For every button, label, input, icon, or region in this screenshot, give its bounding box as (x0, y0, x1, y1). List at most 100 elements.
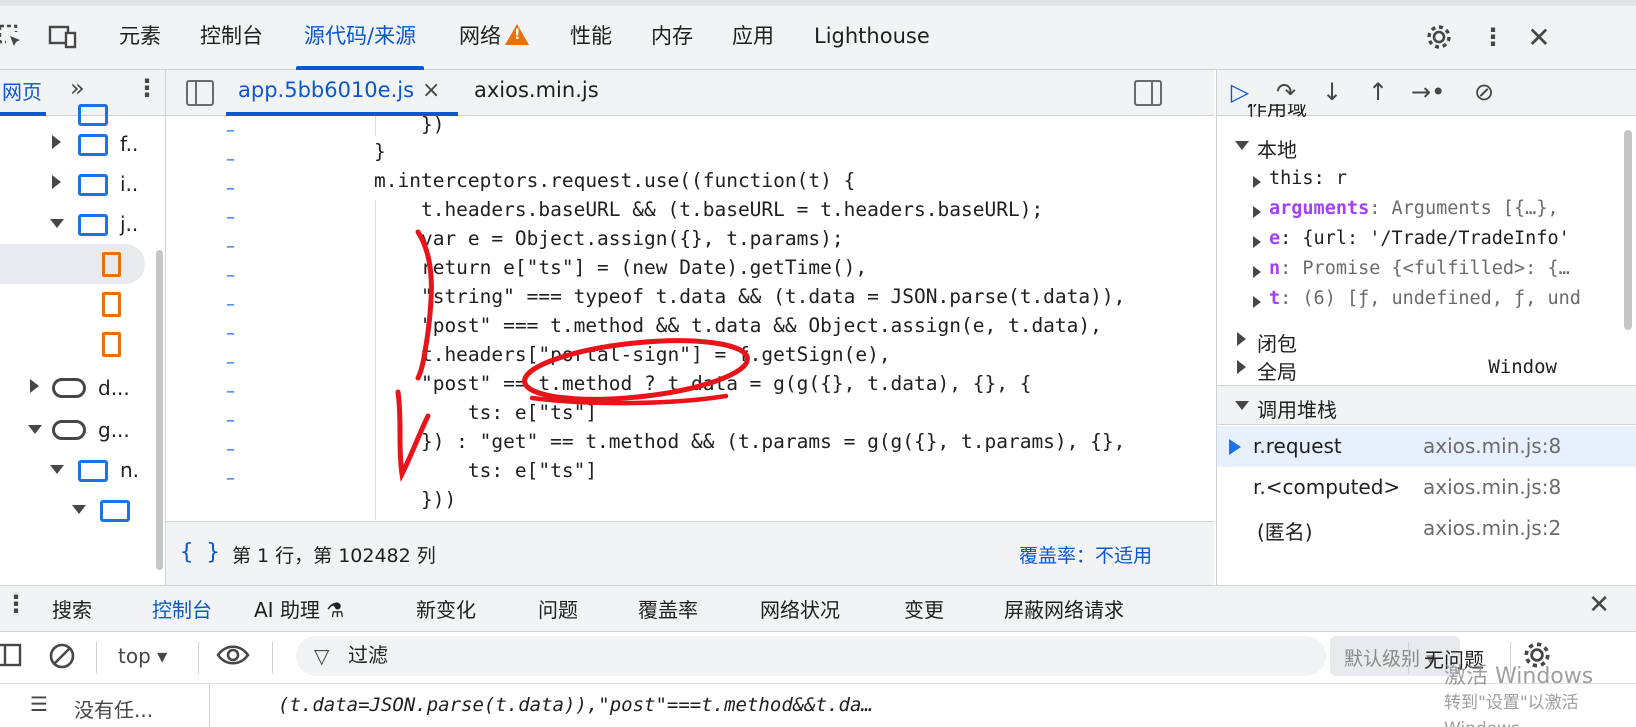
local-scope-title: 本地 (1257, 138, 1297, 162)
tab-performance[interactable]: 性能 (570, 18, 612, 58)
scope-var-value: : Arguments [{…}, (1369, 198, 1559, 219)
scope-var-arguments[interactable]: arguments: Arguments [{…}, (1217, 196, 1636, 226)
tree-row-domain[interactable]: g... (0, 410, 160, 450)
expand-arrow-icon[interactable] (30, 379, 39, 393)
drawer-tab-ai-assistant[interactable]: AI 助理 ⚗ (254, 594, 344, 623)
folder-icon (78, 104, 108, 126)
drawer-tab-coverage[interactable]: 覆盖率 (638, 594, 698, 623)
drawer-menu-icon[interactable]: ⋮ (4, 590, 28, 618)
scope-var-n[interactable]: n: Promise {<fulfilled>: {… (1217, 256, 1636, 286)
close-devtools-icon[interactable]: ✕ (1524, 21, 1554, 54)
close-tab-icon[interactable]: × (422, 78, 440, 103)
expand-arrow-icon[interactable] (52, 135, 61, 149)
scope-var-value: : (6) [ƒ, undefined, ƒ, und (1280, 288, 1581, 309)
tab-network-label: 网络 (459, 24, 501, 48)
clear-console-icon[interactable] (48, 642, 76, 675)
drawer-tab-search[interactable]: 搜索 (52, 594, 92, 623)
tab-application[interactable]: 应用 (732, 18, 774, 58)
tab-network[interactable]: 网络 (459, 18, 529, 58)
call-frame-current[interactable]: r.request axios.min.js:8 (1217, 426, 1636, 467)
file-icon (102, 252, 121, 277)
more-options-icon[interactable]: ⋮ (1478, 22, 1508, 52)
tree-row-file[interactable] (0, 324, 160, 364)
frame-location[interactable]: axios.min.js:8 (1423, 434, 1561, 458)
editor-tab-app-js[interactable]: app.5bb6010e.js × (225, 78, 460, 116)
collapse-arrow-icon (1235, 401, 1249, 410)
editor-tab-axios-js[interactable]: axios.min.js (474, 78, 599, 102)
scope-var-e[interactable]: e: {url: '/Trade/TradeInfo' (1217, 226, 1636, 256)
code-line: } (374, 140, 386, 163)
navigator-scrollbar[interactable] (156, 250, 163, 570)
inspect-element-icon[interactable] (0, 22, 26, 52)
local-scope-header[interactable]: 本地 (1217, 126, 1636, 166)
expand-arrow-icon[interactable] (1253, 266, 1261, 278)
frame-function: r.<computed> (1253, 475, 1401, 499)
tree-row-folder[interactable]: f.. (0, 124, 160, 164)
tree-row-domain[interactable]: d... (0, 368, 160, 408)
toggle-sidebar-icon[interactable] (0, 642, 22, 673)
source-editor: app.5bb6010e.js × axios.min.js – – – – – … (166, 70, 1214, 585)
coverage-status[interactable]: 覆盖率：不适用 (1019, 541, 1152, 568)
debugger-scrollbar[interactable] (1624, 130, 1632, 330)
expand-arrow-icon[interactable] (1253, 236, 1261, 248)
collapse-arrow-icon[interactable] (72, 505, 86, 514)
callstack-header[interactable]: 调用堆栈 (1217, 385, 1636, 425)
tab-console[interactable]: 控制台 (200, 18, 263, 58)
scope-var-this[interactable]: this: r (1217, 166, 1636, 196)
tree-row-folder[interactable] (0, 490, 160, 530)
navigator-tab-page[interactable]: 网页 (0, 76, 46, 116)
drawer-tab-bar: ⋮ 搜索 控制台 AI 助理 ⚗ 新变化 问题 覆盖率 网络状况 变更 屏蔽网络… (0, 586, 1636, 636)
list-icon: ☰ (30, 692, 48, 716)
device-toolbar-icon[interactable] (48, 22, 78, 52)
code-area[interactable]: }) } m.interceptors.request.use((functio… (166, 116, 1214, 521)
expand-arrow-icon[interactable] (1253, 206, 1261, 218)
toggle-debugger-icon[interactable] (1134, 80, 1162, 106)
toggle-navigator-icon[interactable] (186, 80, 214, 106)
close-drawer-icon[interactable]: ✕ (1588, 590, 1610, 620)
drawer-tab-console[interactable]: 控制台 (132, 594, 232, 636)
collapse-arrow-icon[interactable] (50, 465, 64, 474)
scope-section-header[interactable]: 作用域 (1217, 104, 1636, 124)
more-tabs-chevron-icon[interactable]: » (70, 74, 85, 102)
frame-location[interactable]: axios.min.js:2 (1423, 516, 1561, 540)
console-toolbar: top ▾ ▽ 默认级别 ▾ 无问题 (0, 632, 1636, 684)
drawer-tab-issues[interactable]: 问题 (538, 594, 578, 623)
collapse-arrow-icon[interactable] (50, 219, 64, 228)
tab-elements[interactable]: 元素 (119, 18, 161, 58)
expand-arrow-icon[interactable] (1253, 176, 1261, 188)
drawer-tab-whats-new[interactable]: 新变化 (416, 594, 476, 623)
frame-function: r.request (1253, 434, 1342, 458)
tree-row-file[interactable] (0, 284, 160, 324)
tree-row-folder[interactable]: n. (0, 450, 160, 490)
context-selector[interactable]: top ▾ (118, 644, 167, 668)
tree-item-label: f.. (120, 132, 139, 156)
console-message[interactable]: (t.data=JSON.parse(t.data)),"post"===t.m… (278, 694, 873, 716)
filter-input[interactable] (348, 642, 1248, 670)
tab-memory[interactable]: 内存 (651, 18, 693, 58)
expand-arrow-icon[interactable] (52, 175, 61, 189)
collapse-arrow-icon[interactable] (28, 425, 42, 434)
drawer-tab-changes[interactable]: 变更 (904, 594, 944, 623)
navigator-menu-icon[interactable]: ⋮ (135, 74, 159, 102)
tree-row-folder[interactable]: j.. (0, 204, 160, 244)
folder-open-icon (78, 460, 108, 482)
tab-lighthouse[interactable]: Lighthouse (814, 18, 930, 58)
collapse-arrow-icon (1235, 141, 1249, 150)
drawer-tab-request-blocking[interactable]: 屏蔽网络请求 (1004, 594, 1124, 623)
tree-row-folder[interactable]: i.. (0, 164, 160, 204)
tab-sources[interactable]: 源代码/来源 (295, 18, 425, 70)
console-sidebar-message[interactable]: 没有任... (74, 694, 153, 723)
pretty-print-button[interactable]: { } (180, 540, 220, 565)
watermark-line2: 转到"设置"以激活 Windows (1444, 693, 1579, 727)
live-expression-eye-icon[interactable] (216, 640, 250, 675)
call-frame[interactable]: r.<computed> axios.min.js:8 (1217, 467, 1636, 508)
drawer-tab-network-conditions[interactable]: 网络状况 (760, 594, 840, 623)
expand-arrow-icon[interactable] (1253, 296, 1261, 308)
frame-location[interactable]: axios.min.js:8 (1423, 475, 1561, 499)
scope-var-t[interactable]: t: (6) [ƒ, undefined, ƒ, und (1217, 286, 1636, 316)
tree-row-file-selected[interactable] (0, 244, 145, 284)
window-top-strip (0, 0, 1636, 6)
global-scope-header[interactable]: 全局 Window (1217, 348, 1636, 388)
call-frame[interactable]: (匿名) axios.min.js:2 (1217, 508, 1636, 549)
settings-gear-icon[interactable] (1424, 22, 1454, 52)
